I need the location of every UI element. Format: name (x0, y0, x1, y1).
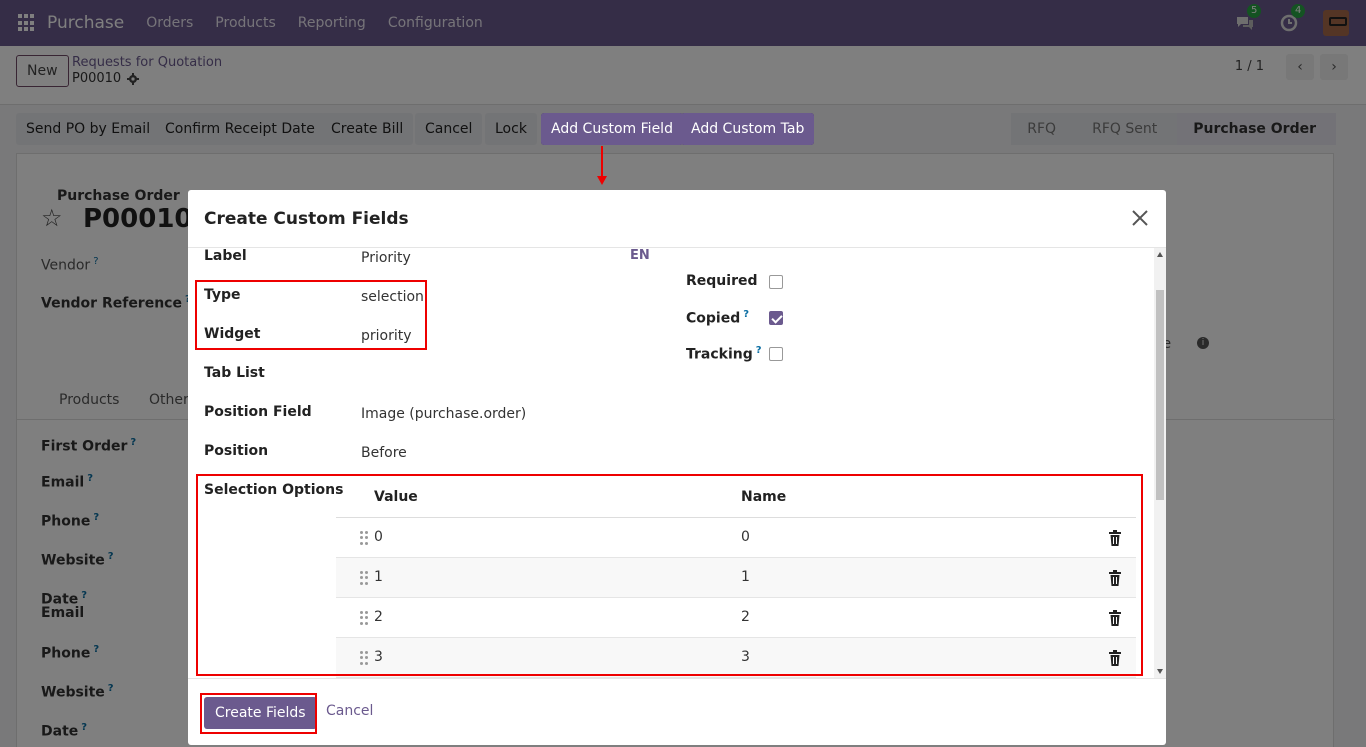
option-name[interactable]: 0 (741, 529, 750, 545)
language-button[interactable]: EN (630, 248, 650, 263)
trash-icon[interactable] (1108, 610, 1122, 626)
annotation-arrow-line (601, 146, 603, 178)
trash-icon[interactable] (1108, 570, 1122, 586)
column-header-value[interactable]: Value (374, 489, 418, 505)
drag-handle-icon[interactable] (360, 531, 368, 545)
option-name[interactable]: 1 (741, 569, 750, 585)
tracking-checkbox[interactable] (769, 347, 783, 361)
copied-checkbox[interactable] (769, 311, 783, 325)
table-row[interactable]: 3 3 (336, 638, 1136, 678)
selection-options-label: Selection Options (204, 482, 344, 498)
position-field-value[interactable]: Image (purchase.order) (361, 406, 526, 422)
table-header: Value Name (336, 476, 1136, 518)
option-value[interactable]: 1 (374, 569, 383, 585)
table-row[interactable]: 2 2 (336, 598, 1136, 638)
dialog-footer: Create Fields Cancel (188, 678, 1166, 745)
dialog-cancel-button[interactable]: Cancel (326, 703, 373, 719)
dialog-body: Label Priority EN Required Copied? Track… (188, 248, 1154, 678)
scroll-up-icon[interactable] (1157, 252, 1163, 257)
tracking-label: Tracking? (686, 345, 762, 363)
drag-handle-icon[interactable] (360, 651, 368, 665)
column-header-name[interactable]: Name (741, 489, 786, 505)
label-field-label: Label (204, 248, 247, 264)
add-custom-field-button-highlight[interactable]: Add Custom Field (541, 113, 683, 145)
create-custom-fields-dialog: Create Custom Fields Label Priority EN R… (188, 190, 1166, 745)
widget-field-value[interactable]: priority (361, 328, 412, 344)
annotation-arrow-head (597, 176, 607, 185)
scroll-down-icon[interactable] (1157, 669, 1163, 674)
dialog-header: Create Custom Fields (188, 190, 1166, 248)
trash-icon[interactable] (1108, 650, 1122, 666)
trash-icon[interactable] (1108, 530, 1122, 546)
help-icon: ? (743, 309, 750, 320)
table-row[interactable]: 1 1 (336, 558, 1136, 598)
required-label: Required (686, 273, 758, 289)
add-custom-tab-button-highlight[interactable]: Add Custom Tab (681, 113, 815, 145)
required-checkbox[interactable] (769, 275, 783, 289)
position-field-label: Position Field (204, 404, 312, 420)
tab-list-label: Tab List (204, 365, 265, 381)
option-name[interactable]: 2 (741, 609, 750, 625)
dialog-scrollbar[interactable] (1154, 248, 1166, 678)
option-value[interactable]: 2 (374, 609, 383, 625)
drag-handle-icon[interactable] (360, 571, 368, 585)
widget-field-label: Widget (204, 326, 261, 342)
position-value[interactable]: Before (361, 445, 407, 461)
table-row[interactable]: 0 0 (336, 518, 1136, 558)
close-icon[interactable] (1128, 206, 1152, 230)
tracking-text: Tracking (686, 346, 753, 363)
scroll-thumb[interactable] (1156, 290, 1164, 500)
dialog-title: Create Custom Fields (204, 209, 409, 229)
create-fields-button[interactable]: Create Fields (204, 697, 317, 729)
help-icon: ? (755, 345, 762, 356)
drag-handle-icon[interactable] (360, 611, 368, 625)
option-value[interactable]: 3 (374, 649, 383, 665)
type-field-label: Type (204, 287, 241, 303)
option-name[interactable]: 3 (741, 649, 750, 665)
copied-text: Copied (686, 310, 741, 327)
copied-label: Copied? (686, 309, 749, 327)
option-value[interactable]: 0 (374, 529, 383, 545)
type-field-value[interactable]: selection (361, 289, 424, 305)
position-label: Position (204, 443, 269, 459)
label-field-value[interactable]: Priority (361, 250, 411, 266)
